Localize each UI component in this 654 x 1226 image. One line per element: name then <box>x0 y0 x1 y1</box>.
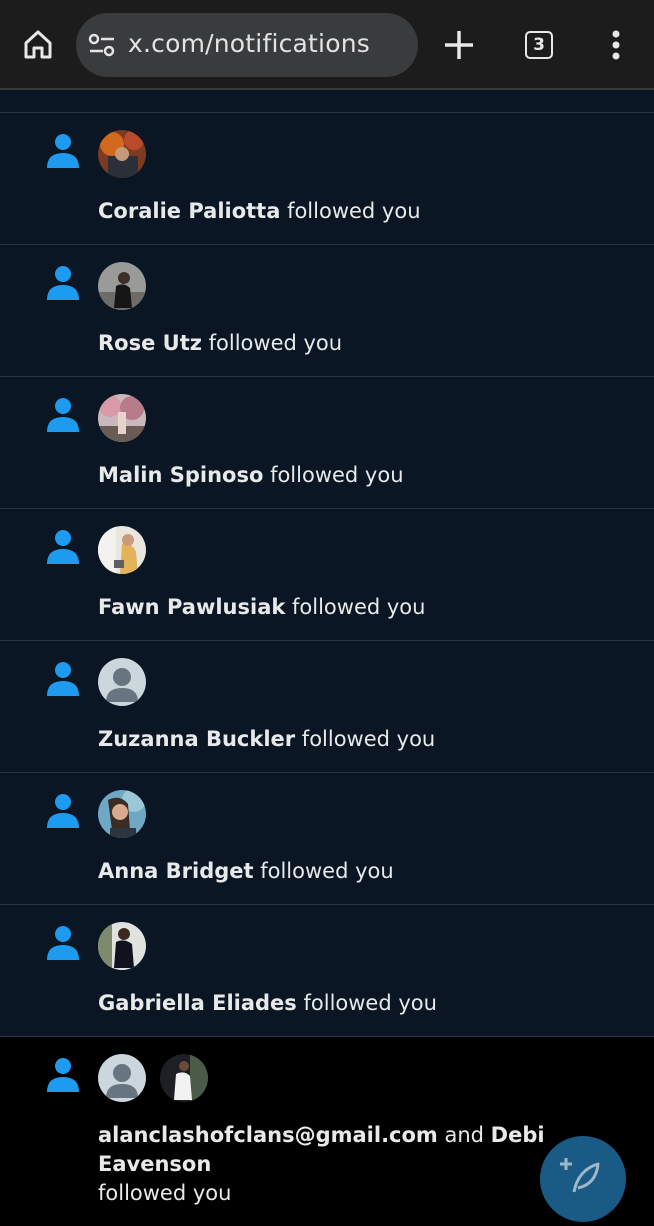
conjunction: and <box>437 1123 491 1147</box>
notification-item[interactable]: Gabriella Eliades followed you <box>0 905 654 1037</box>
kebab-menu-icon[interactable] <box>604 28 628 62</box>
follower-name[interactable]: Gabriella Eliades <box>98 991 297 1015</box>
notification-action: followed you <box>296 991 437 1015</box>
compose-feather-icon <box>560 1158 600 1193</box>
avatar[interactable] <box>98 394 146 442</box>
browser-toolbar: x.com/notifications 3 <box>0 0 654 90</box>
avatar[interactable] <box>98 526 146 574</box>
notification-action: followed you <box>280 199 421 223</box>
site-settings-icon[interactable] <box>88 33 116 57</box>
tab-switcher-icon[interactable]: 3 <box>525 31 553 59</box>
previous-notification-edge[interactable] <box>0 90 654 113</box>
follower-name[interactable]: Rose Utz <box>98 331 202 355</box>
home-icon[interactable] <box>18 24 58 64</box>
default-avatar[interactable] <box>98 658 146 706</box>
notification-text: Gabriella Eliades followed you <box>98 989 638 1018</box>
notification-item[interactable]: Coralie Paliotta followed you <box>0 113 654 245</box>
person-icon <box>47 266 79 300</box>
avatar[interactable] <box>160 1054 208 1102</box>
avatar[interactable] <box>98 790 146 838</box>
follower-name[interactable]: Coralie Paliotta <box>98 199 280 223</box>
notification-text: Anna Bridget followed you <box>98 857 638 886</box>
follower-name[interactable]: Fawn Pawlusiak <box>98 595 285 619</box>
avatar[interactable] <box>98 130 146 178</box>
follower-name[interactable]: Anna Bridget <box>98 859 254 883</box>
notification-action: followed you <box>285 595 426 619</box>
compose-button[interactable] <box>540 1136 626 1222</box>
person-icon <box>47 794 79 828</box>
notification-item[interactable]: Malin Spinoso followed you <box>0 377 654 509</box>
notification-action: followed you <box>98 1181 232 1205</box>
notification-action: followed you <box>263 463 404 487</box>
person-icon <box>47 926 79 960</box>
person-icon <box>47 1058 79 1092</box>
person-icon <box>47 134 79 168</box>
notification-text: Zuzanna Buckler followed you <box>98 725 638 754</box>
notification-item[interactable]: Anna Bridget followed you <box>0 773 654 905</box>
address-bar[interactable]: x.com/notifications <box>76 13 418 77</box>
default-avatar[interactable] <box>98 1054 146 1102</box>
notification-text: Rose Utz followed you <box>98 329 638 358</box>
follower-name[interactable]: Malin Spinoso <box>98 463 263 487</box>
notification-text: Malin Spinoso followed you <box>98 461 638 490</box>
person-icon <box>47 662 79 696</box>
notification-text: Fawn Pawlusiak followed you <box>98 593 638 622</box>
notifications-list: Coralie Paliotta followed you Rose Utz f… <box>0 90 654 1212</box>
person-icon <box>47 398 79 432</box>
notification-item[interactable]: Fawn Pawlusiak followed you <box>0 509 654 641</box>
follower-name[interactable]: Zuzanna Buckler <box>98 727 295 751</box>
person-icon <box>47 530 79 564</box>
follower-name[interactable]: alanclashofclans@gmail.com <box>98 1123 438 1147</box>
notification-text: Coralie Paliotta followed you <box>98 197 638 226</box>
notification-action: followed you <box>253 859 394 883</box>
plus-icon[interactable] <box>440 26 478 64</box>
avatar[interactable] <box>98 262 146 310</box>
notification-action: followed you <box>201 331 343 355</box>
url-text[interactable]: x.com/notifications <box>128 29 370 58</box>
notification-item[interactable]: Zuzanna Buckler followed you <box>0 641 654 773</box>
notification-action: followed you <box>295 727 436 751</box>
notification-item[interactable]: Rose Utz followed you <box>0 245 654 377</box>
avatar[interactable] <box>98 922 146 970</box>
